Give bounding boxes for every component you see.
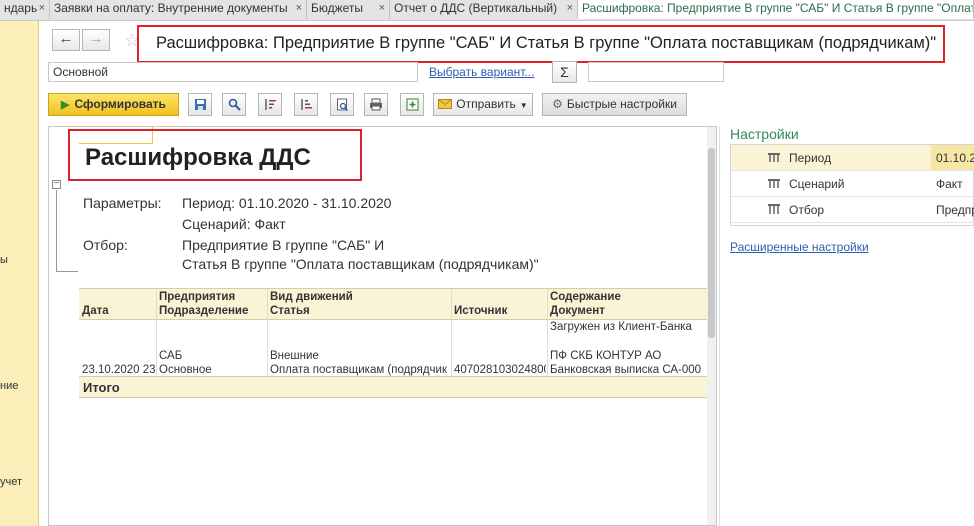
column-header: Вид движений	[270, 291, 353, 303]
cell-source[interactable]: 407028103024800	[454, 363, 546, 377]
generate-button[interactable]: ▶ Сформировать	[48, 93, 179, 116]
scrollbar-thumb[interactable]	[708, 148, 715, 338]
play-icon: ▶	[61, 99, 70, 111]
setting-value[interactable]: Предпр	[936, 203, 974, 217]
sort-descending-icon	[300, 99, 312, 110]
setting-name: Период	[789, 151, 832, 165]
cell-enterprise[interactable]: САБ	[159, 349, 265, 363]
sidebar-item-label[interactable]: ы	[0, 254, 8, 266]
sum-value-field[interactable]	[588, 62, 724, 82]
new-window-icon	[406, 98, 418, 111]
total-row	[79, 377, 707, 398]
close-icon[interactable]: ×	[39, 0, 45, 17]
setting-value[interactable]: 01.10.2	[936, 151, 974, 165]
setting-row-filter[interactable]: Отбор Предпр	[731, 197, 974, 223]
print-preview-icon	[336, 98, 348, 112]
save-button[interactable]	[188, 93, 212, 116]
group-line	[56, 271, 78, 272]
column-header: Предприятия	[159, 291, 236, 303]
setting-value[interactable]: Факт	[936, 177, 963, 191]
sort-desc-button[interactable]	[294, 93, 318, 116]
param-scenario: Сценарий: Факт	[182, 216, 286, 232]
setting-row-period[interactable]: Период 01.10.2	[731, 145, 974, 171]
report-title: Расшифровка ДДС	[85, 144, 311, 171]
quick-settings-button[interactable]: ⚙ Быстрые настройки	[542, 93, 687, 116]
print-button[interactable]	[364, 93, 388, 116]
advanced-settings-link[interactable]: Расширенные настройки	[730, 240, 869, 254]
forward-button[interactable]: →	[82, 29, 110, 51]
cell-division[interactable]: Основное	[159, 363, 265, 377]
cell-movement[interactable]: Внешние	[270, 349, 450, 363]
parameter-icon	[768, 179, 780, 188]
settings-title: Настройки	[730, 126, 799, 142]
column-header: Документ	[550, 305, 605, 317]
choose-variant-link[interactable]: Выбрать вариант...	[429, 65, 534, 79]
collapse-group-button[interactable]: −	[52, 179, 61, 189]
filter-icon	[768, 204, 780, 214]
column-header: Источник	[454, 305, 508, 317]
filter-label: Отбор:	[83, 237, 128, 253]
close-icon[interactable]: ×	[296, 0, 302, 17]
close-icon[interactable]: ×	[379, 0, 385, 17]
params-label: Параметры:	[83, 195, 162, 211]
cell-counterparty[interactable]: ПФ СКБ КОНТУР АО	[550, 349, 706, 363]
param-period: Период: 01.10.2020 - 31.10.2020	[182, 195, 392, 211]
back-button[interactable]: ←	[52, 29, 80, 51]
report-variant-field[interactable]: Основной	[48, 62, 418, 82]
envelope-icon	[438, 99, 453, 109]
sort-ascending-icon	[264, 99, 276, 110]
preview-button[interactable]	[330, 93, 354, 116]
setting-row-scenario[interactable]: Сценарий Факт	[731, 171, 974, 197]
column-header: Статья	[270, 305, 310, 317]
parameter-icon	[768, 153, 780, 162]
save-icon	[194, 99, 206, 110]
chevron-down-icon: ▼	[519, 101, 528, 110]
setting-name: Сценарий	[789, 177, 845, 191]
filter-line-2: Статья В группе "Оплата поставщикам (под…	[182, 256, 539, 272]
setting-name: Отбор	[789, 203, 825, 217]
gear-icon: ⚙	[552, 97, 563, 111]
tab-dds-report[interactable]: Отчет о ДДС (Вертикальный) ×	[390, 0, 578, 19]
sort-asc-button[interactable]	[258, 93, 282, 116]
send-button[interactable]: Отправить ▼	[433, 93, 533, 116]
sum-button[interactable]: Σ	[552, 61, 577, 83]
cell-article[interactable]: Оплата поставщикам (подрядчик	[270, 363, 450, 377]
window-title: Расшифровка: Предприятие В группе "САБ" …	[156, 34, 937, 52]
cell-content[interactable]: Загружен из Клиент-Банка	[550, 320, 706, 334]
close-icon[interactable]: ×	[567, 0, 573, 17]
tab-budgets[interactable]: Бюджеты ×	[307, 0, 390, 19]
find-button[interactable]	[222, 93, 246, 116]
column-header: Подразделение	[159, 305, 249, 317]
cell-date[interactable]: 23.10.2020 23	[82, 363, 155, 377]
left-sidebar: ы ние учет	[0, 0, 39, 526]
tab-bar: ндарь × Заявки на оплату: Внутренние док…	[0, 0, 974, 21]
tab-drilldown[interactable]: Расшифровка: Предприятие В группе "САБ" …	[578, 0, 974, 19]
total-label: Итого	[83, 380, 120, 395]
column-header: Содержание	[550, 291, 621, 303]
sidebar-item-label[interactable]: ние	[0, 380, 18, 392]
cell-document[interactable]: Банковская выписка СА-000	[550, 363, 706, 377]
search-icon	[228, 98, 241, 111]
sidebar-item-label[interactable]: учет	[0, 476, 22, 488]
tab-calendar[interactable]: ндарь ×	[0, 0, 50, 19]
printer-icon	[370, 98, 382, 111]
filter-line-1: Предприятие В группе "САБ" И	[182, 237, 385, 253]
group-line	[56, 190, 57, 272]
new-window-button[interactable]	[400, 93, 424, 116]
column-header: Дата	[82, 305, 109, 317]
tab-payment-requests[interactable]: Заявки на оплату: Внутренние документы ×	[50, 0, 307, 19]
